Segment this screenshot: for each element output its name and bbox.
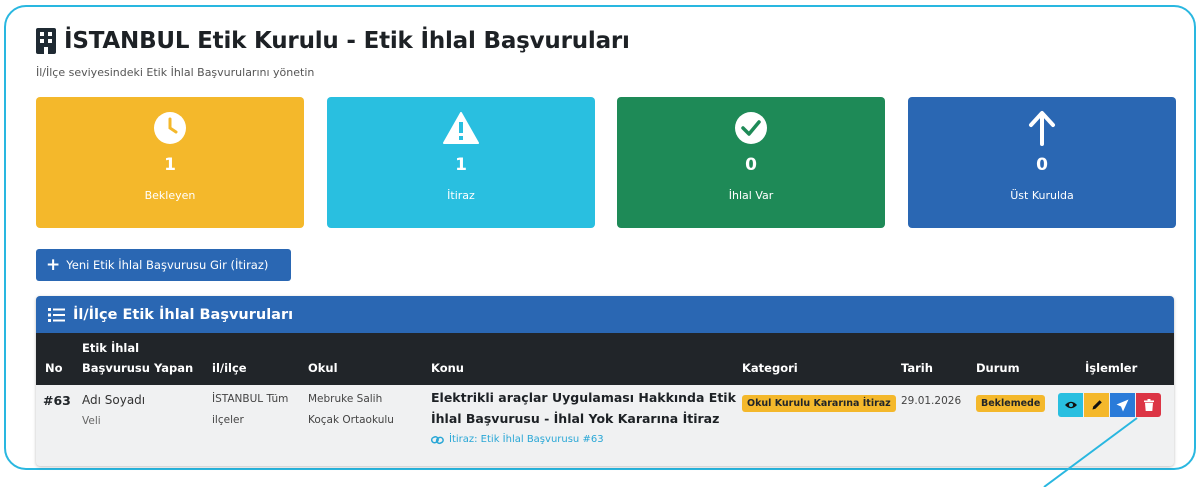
col-school: Okul — [308, 361, 338, 375]
send-icon — [1116, 399, 1129, 411]
page-header: İSTANBUL Etik Kurulu - Etik İhlal Başvur… — [36, 28, 630, 54]
new-application-button[interactable]: + Yeni Etik İhlal Başvurusu Gir (İtiraz) — [36, 249, 291, 281]
category-badge: Okul Kurulu Kararına İtiraz — [742, 395, 896, 412]
send-button[interactable] — [1110, 393, 1135, 417]
col-status: Durum — [976, 361, 1020, 375]
eye-icon — [1064, 401, 1077, 409]
table-header: No Etik İhlal Başvurusu Yapan il/ilçe Ok… — [36, 333, 1174, 385]
row-district-line1: İSTANBUL Tüm — [212, 393, 289, 405]
status-badge: Beklemede — [976, 395, 1046, 412]
stat-label: İhlal Var — [728, 189, 774, 202]
stat-card-pending: 1 Bekleyen — [36, 97, 304, 228]
row-subject-line2: İhlal Başvurusu - İhlal Yok Kararına İti… — [431, 411, 720, 426]
row-school-line1: Mebruke Salih — [308, 393, 383, 405]
stat-card-upper-board: 0 Üst Kurulda — [908, 97, 1176, 228]
col-subject: Konu — [431, 361, 464, 375]
table-row: #63 Adı Soyadı Veli İSTANBUL Tüm ilçeler… — [36, 385, 1174, 466]
applications-panel: İl/İlçe Etik İhlal Başvuruları No Etik İ… — [36, 296, 1174, 466]
stat-label: Üst Kurulda — [1010, 189, 1074, 202]
building-icon — [36, 28, 56, 54]
list-icon — [48, 307, 65, 322]
trash-icon — [1143, 399, 1154, 411]
new-application-label: Yeni Etik İhlal Başvurusu Gir (İtiraz) — [66, 258, 269, 272]
stat-label: Bekleyen — [144, 189, 196, 202]
pencil-icon — [1092, 400, 1102, 410]
col-applicant-line2: Başvurusu Yapan — [82, 361, 194, 375]
row-date: 29.01.2026 — [901, 395, 962, 407]
col-category: Kategori — [742, 361, 798, 375]
panel-title: İl/İlçe Etik İhlal Başvuruları — [73, 306, 294, 323]
row-no: #63 — [43, 393, 71, 408]
panel-header: İl/İlçe Etik İhlal Başvuruları — [36, 296, 1174, 333]
view-button[interactable] — [1058, 393, 1083, 417]
check-circle-icon — [734, 111, 768, 145]
stat-label: İtiraz — [447, 189, 475, 202]
col-actions: İşlemler — [1085, 361, 1138, 375]
clock-icon — [153, 111, 187, 145]
page-subtitle: İl/İlçe seviyesindeki Etik İhlal Başvuru… — [36, 66, 315, 79]
col-district: il/ilçe — [212, 361, 247, 375]
objection-link-label: İtiraz: Etik İhlal Başvurusu #63 — [449, 434, 604, 445]
stat-value: 0 — [745, 155, 757, 175]
row-district-line2: ilçeler — [212, 414, 244, 426]
stat-card-objection: 1 İtiraz — [327, 97, 595, 228]
col-applicant-line1: Etik İhlal — [82, 341, 140, 355]
col-date: Tarih — [901, 361, 933, 375]
stat-card-violation: 0 İhlal Var — [617, 97, 885, 228]
col-no: No — [45, 361, 63, 375]
stat-value: 1 — [455, 155, 467, 175]
row-applicant-role: Veli — [82, 415, 101, 427]
stat-value: 0 — [1036, 155, 1048, 175]
row-school-line2: Koçak Ortaokulu — [308, 414, 394, 426]
row-applicant-name: Adı Soyadı — [82, 393, 146, 407]
row-actions — [1058, 393, 1162, 417]
plus-icon: + — [46, 254, 61, 275]
stat-value: 1 — [164, 155, 176, 175]
link-icon — [431, 435, 444, 444]
page-title: İSTANBUL Etik Kurulu - Etik İhlal Başvur… — [64, 28, 630, 54]
warning-icon — [443, 111, 479, 145]
row-subject-line1: Elektrikli araçlar Uygulaması Hakkında E… — [431, 390, 736, 405]
delete-button[interactable] — [1136, 393, 1161, 417]
arrow-up-icon — [1027, 111, 1057, 146]
objection-link[interactable]: İtiraz: Etik İhlal Başvurusu #63 — [431, 434, 604, 445]
edit-button[interactable] — [1084, 393, 1109, 417]
